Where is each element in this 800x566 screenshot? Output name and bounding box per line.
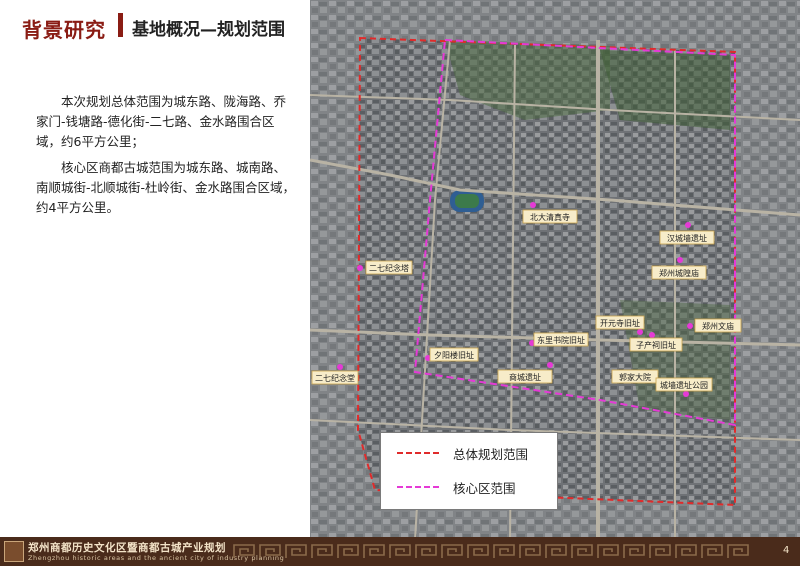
paragraph-overall: 本次规划总体范围为城东路、陇海路、乔家门-钱塘路-德化街-二七路、金水路围合区域… xyxy=(36,94,287,149)
paragraph-core: 核心区商都古城范围为城东路、城南路、南顺城街-北顺城街-杜岭街、金水路围合区域，… xyxy=(36,160,296,215)
footer-title: 郑州商都历史文化区暨商都古城产业规划 xyxy=(28,542,226,554)
place-guo-courtyard: 郭家大院 xyxy=(611,369,659,384)
place-label: 郭家大院 xyxy=(619,372,651,382)
map-legend: 总体规划范围 核心区范围 xyxy=(380,432,558,510)
legend-label: 核心区范围 xyxy=(453,481,516,496)
place-label: 开元寺旧址 xyxy=(600,318,640,328)
place-label: 汉城墙遗址 xyxy=(667,233,707,243)
page-header: 背景研究 基地概况—规划范围 xyxy=(0,0,310,48)
decorative-pattern-icon xyxy=(232,543,752,560)
place-label: 商城遗址 xyxy=(509,372,541,382)
legend-item-core: 核心区范围 xyxy=(397,477,547,497)
page-number: 4 xyxy=(783,545,790,556)
page-footer: 郑州商都历史文化区暨商都古城产业规划 Zhengzhou historic ar… xyxy=(0,537,800,566)
place-label: 郑州文庙 xyxy=(702,321,734,331)
place-label: 北大清真寺 xyxy=(530,212,570,222)
legend-item-overall: 总体规划范围 xyxy=(397,443,547,463)
place-label: 郑州城隍庙 xyxy=(659,268,699,278)
place-confucius-temple: 郑州文庙 xyxy=(687,318,742,333)
section-title: 背景研究 xyxy=(22,18,106,42)
legend-label: 总体规划范围 xyxy=(453,447,529,462)
logo-icon xyxy=(4,541,24,562)
satellite-map: 北大清真寺 汉城墙遗址 郑州城隍庙 二七纪念塔 开元寺旧址 郑州文庙 子产祠旧址… xyxy=(310,0,800,537)
place-label: 子产祠旧址 xyxy=(636,340,676,350)
description-text: 本次规划总体范围为城东路、陇海路、乔家门-钱塘路-德化街-二七路、金水路围合区域… xyxy=(36,92,298,224)
place-label: 二七纪念塔 xyxy=(369,263,409,273)
place-dongli-academy: 东里书院旧址 xyxy=(529,332,589,347)
legend-swatch-red-dashed xyxy=(397,452,439,454)
place-label: 东里书院旧址 xyxy=(537,335,585,345)
place-label: 夕阳楼旧址 xyxy=(434,350,474,360)
page-title: 基地概况—规划范围 xyxy=(132,20,285,40)
title-divider xyxy=(118,13,123,37)
place-xiyang-tower: 夕阳楼旧址 xyxy=(425,347,479,362)
place-label: 二七纪念堂 xyxy=(315,373,355,383)
legend-swatch-magenta-dashed xyxy=(397,486,439,488)
place-label: 城墙遗址公园 xyxy=(660,380,708,390)
